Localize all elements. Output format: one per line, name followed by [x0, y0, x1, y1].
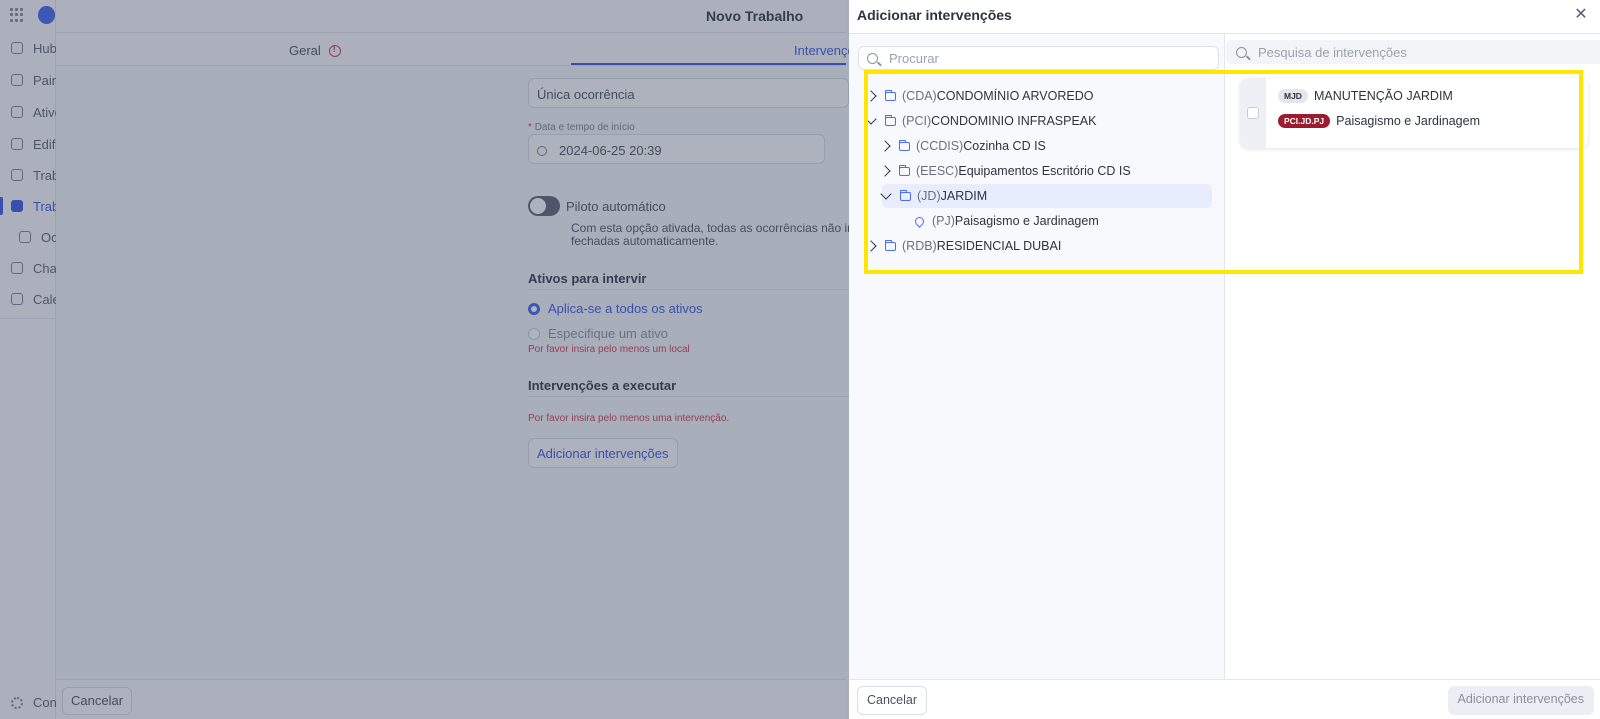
- intervention-location: Paisagismo e Jardinagem: [1336, 114, 1480, 128]
- tree-item-eesc[interactable]: (EESC) Equipamentos Escritório CD IS: [879, 159, 1131, 183]
- intervention-location-line: PCI.JD.PJ Paisagismo e Jardinagem: [1278, 114, 1480, 128]
- tree-item-rdb[interactable]: (RDB) RESIDENCIAL DUBAI: [865, 234, 1061, 258]
- cancel-button[interactable]: Cancelar: [857, 686, 928, 715]
- tree-item-pci[interactable]: (PCI) CONDOMINIO INFRASPEAK: [865, 109, 1096, 133]
- interventions-pane: MJD MANUTENÇÃO JARDIM PCI.JD.PJ Paisagismo…: [1226, 34, 1600, 679]
- tree-item-pj[interactable]: (PJ) Paisagismo e Jardinagem: [913, 209, 1099, 233]
- search-icon: [867, 52, 878, 64]
- folder-icon: [884, 89, 896, 101]
- location-code-badge: PCI.JD.PJ: [1278, 114, 1331, 128]
- folder-icon: [884, 114, 896, 126]
- drawer-title: Adicionar intervenções: [857, 7, 1012, 23]
- location-tree-pane: (CDA)CONDOMÍNIO ARVOREDO (PCI)CONDOMINIO…: [849, 34, 1225, 679]
- modal-overlay[interactable]: [0, 0, 849, 719]
- drawer-footer: Cancelar Adicionar intervenções: [849, 679, 1600, 719]
- folder-icon: [898, 139, 910, 151]
- interventions-search-input[interactable]: [1258, 44, 1558, 60]
- tree-item-cda[interactable]: (CDA) CONDOMÍNIO ARVOREDO: [865, 84, 1093, 108]
- interventions-search[interactable]: [1226, 40, 1600, 64]
- add-interventions-drawer: Adicionar intervenções ✕ (CDA)CONDOMÍNIO…: [849, 0, 1600, 719]
- intervention-checkbox[interactable]: [1247, 107, 1259, 119]
- folder-icon: [884, 239, 896, 251]
- location-search[interactable]: [858, 46, 1219, 70]
- chevron-down-icon[interactable]: [880, 188, 892, 200]
- intervention-card[interactable]: MJD MANUTENÇÃO JARDIM PCI.JD.PJ Paisagismo…: [1240, 78, 1588, 148]
- chevron-right-icon[interactable]: [879, 140, 891, 152]
- add-interventions-button[interactable]: Adicionar intervenções: [1447, 686, 1594, 715]
- card-check-column: [1240, 78, 1266, 148]
- folder-icon: [899, 189, 911, 201]
- location-pin-icon: [913, 214, 926, 228]
- tree-item-jd[interactable]: (JD) JARDIM: [880, 184, 1212, 208]
- intervention-title: MANUTENÇÃO JARDIM: [1313, 89, 1453, 103]
- location-search-input[interactable]: [889, 50, 1189, 66]
- tree-item-ccdis[interactable]: (CCDIS) Cozinha CD IS: [879, 134, 1046, 158]
- chevron-right-icon[interactable]: [879, 165, 891, 177]
- intervention-code-badge: MJD: [1278, 89, 1308, 103]
- chevron-right-icon[interactable]: [865, 240, 877, 252]
- chevron-right-icon[interactable]: [865, 90, 877, 102]
- chevron-down-icon[interactable]: [865, 113, 877, 125]
- close-icon[interactable]: ✕: [1572, 6, 1590, 24]
- intervention-title-line: MJD MANUTENÇÃO JARDIM: [1278, 89, 1453, 103]
- folder-icon: [898, 164, 910, 176]
- search-icon: [1236, 46, 1247, 58]
